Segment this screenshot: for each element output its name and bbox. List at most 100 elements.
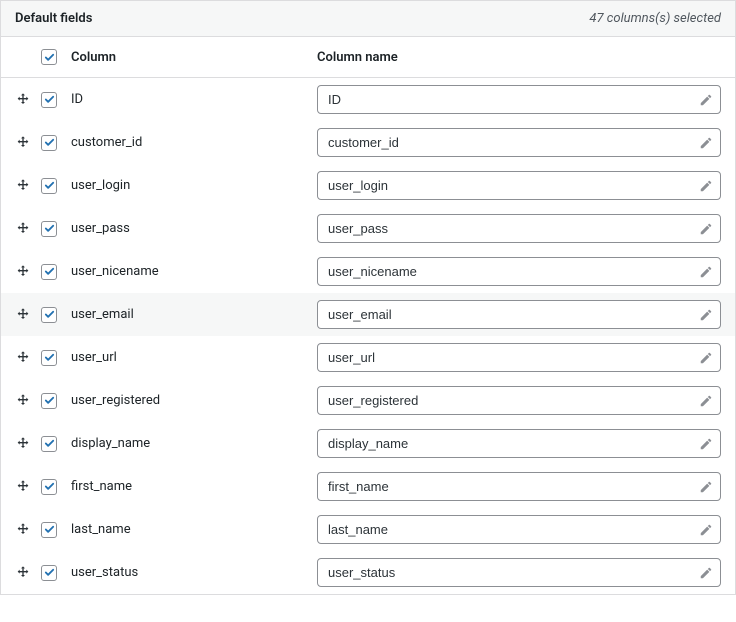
column-label: display_name [67,436,317,451]
row-checkbox[interactable] [41,436,57,452]
column-name-input[interactable] [317,128,721,157]
pencil-icon[interactable] [699,222,713,236]
pencil-icon[interactable] [699,394,713,408]
checkbox-cell [41,221,67,237]
row-checkbox[interactable] [41,307,57,323]
column-name-cell [317,257,721,286]
move-icon[interactable] [15,479,31,495]
column-label: user_pass [67,221,317,236]
row-checkbox[interactable] [41,178,57,194]
column-name-cell [317,515,721,544]
pencil-icon[interactable] [699,480,713,494]
move-icon[interactable] [15,264,31,280]
column-label: user_login [67,178,317,193]
move-icon[interactable] [15,350,31,366]
row-checkbox[interactable] [41,479,57,495]
table-row: ID [1,78,735,121]
input-wrap [317,515,721,544]
table-row: customer_id [1,121,735,164]
move-icon[interactable] [15,565,31,581]
input-wrap [317,472,721,501]
input-wrap [317,558,721,587]
input-wrap [317,128,721,157]
pencil-icon[interactable] [699,437,713,451]
table-row: user_email [1,293,735,336]
column-name-input[interactable] [317,300,721,329]
column-label: user_registered [67,393,317,408]
row-checkbox[interactable] [41,135,57,151]
column-name-input[interactable] [317,515,721,544]
column-header-name: Column name [317,50,721,65]
panel-title: Default fields [15,11,92,26]
column-name-cell [317,386,721,415]
column-name-input[interactable] [317,257,721,286]
column-name-input[interactable] [317,472,721,501]
table-row: user_login [1,164,735,207]
checkbox-cell [41,393,67,409]
column-name-input[interactable] [317,558,721,587]
pencil-icon[interactable] [699,566,713,580]
column-name-input[interactable] [317,343,721,372]
table-row: display_name [1,422,735,465]
drag-handle-cell [15,178,41,194]
column-name-input[interactable] [317,429,721,458]
column-name-cell [317,343,721,372]
input-wrap [317,171,721,200]
column-name-input[interactable] [317,171,721,200]
move-icon[interactable] [15,221,31,237]
table-row: user_url [1,336,735,379]
column-name-cell [317,85,721,114]
move-icon[interactable] [15,522,31,538]
row-checkbox[interactable] [41,565,57,581]
rows-container: ID customer_id user_login user_pass user_nic… [1,78,735,594]
select-all-checkbox[interactable] [41,49,57,65]
column-name-input[interactable] [317,85,721,114]
select-all-cell [41,49,67,65]
column-label: user_email [67,307,317,322]
drag-handle-cell [15,92,41,108]
row-checkbox[interactable] [41,92,57,108]
move-icon[interactable] [15,436,31,452]
drag-handle-cell [15,522,41,538]
table-row: user_pass [1,207,735,250]
pencil-icon[interactable] [699,351,713,365]
move-icon[interactable] [15,135,31,151]
pencil-icon[interactable] [699,136,713,150]
pencil-icon[interactable] [699,265,713,279]
input-wrap [317,214,721,243]
checkbox-cell [41,264,67,280]
column-label: user_nicename [67,264,317,279]
checkbox-cell [41,350,67,366]
row-checkbox[interactable] [41,393,57,409]
move-icon[interactable] [15,178,31,194]
columns-selected-count: 47 columns(s) selected [589,11,721,26]
table-header-row: Column Column name [1,37,735,78]
table-row: user_nicename [1,250,735,293]
column-label: last_name [67,522,317,537]
row-checkbox[interactable] [41,350,57,366]
pencil-icon[interactable] [699,523,713,537]
row-checkbox[interactable] [41,522,57,538]
row-checkbox[interactable] [41,221,57,237]
move-icon[interactable] [15,307,31,323]
checkbox-cell [41,565,67,581]
move-icon[interactable] [15,92,31,108]
row-checkbox[interactable] [41,264,57,280]
column-name-cell [317,128,721,157]
drag-handle-cell [15,393,41,409]
column-name-cell [317,300,721,329]
move-icon[interactable] [15,393,31,409]
pencil-icon[interactable] [699,93,713,107]
table-row: user_status [1,551,735,594]
column-name-input[interactable] [317,214,721,243]
drag-handle-cell [15,307,41,323]
input-wrap [317,429,721,458]
column-label: first_name [67,479,317,494]
drag-handle-cell [15,565,41,581]
column-header-column: Column [67,50,317,65]
column-label: ID [67,92,317,107]
column-name-input[interactable] [317,386,721,415]
table-row: user_registered [1,379,735,422]
pencil-icon[interactable] [699,179,713,193]
pencil-icon[interactable] [699,308,713,322]
